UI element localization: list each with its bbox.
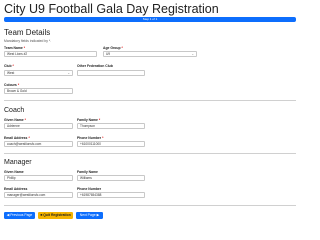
divider — [4, 100, 296, 101]
other-club-label: Other Federation Club — [77, 64, 113, 68]
manager-family-name-input[interactable]: Williams — [77, 175, 145, 181]
manager-phone-label: Phone Number — [77, 187, 102, 191]
manager-given-name-input[interactable]: Phillip — [4, 175, 73, 181]
manager-given-name-label: Given Name — [4, 170, 24, 174]
coach-phone-input[interactable]: +61000111000 — [77, 141, 145, 147]
other-club-input[interactable] — [77, 70, 145, 76]
team-details-heading: Team Details — [4, 28, 51, 37]
age-group-label: Age Group* — [103, 46, 123, 50]
colours-input[interactable]: Brown & Gold — [4, 88, 73, 94]
quit-registration-button[interactable]: ■Quit Registration — [38, 212, 73, 219]
team-name-input[interactable]: West Lions #2 — [4, 51, 97, 57]
coach-family-name-label: Family Name* — [77, 118, 101, 122]
arrow-left-icon: ◀ — [6, 213, 10, 217]
club-label: Club* — [4, 64, 14, 68]
manager-phone-input[interactable]: +61987654388 — [77, 192, 145, 198]
manager-email-input[interactable]: manager@westlionsfc.com — [4, 192, 73, 198]
manager-family-name-label: Family Name — [77, 170, 98, 174]
team-name-label: Team Name* — [4, 46, 26, 50]
previous-page-button[interactable]: ◀Previous Page — [4, 212, 35, 219]
coach-given-name-label: Given Name* — [4, 118, 26, 122]
page-title: City U9 Football Gala Day Registration — [4, 2, 219, 16]
stop-icon: ■ — [40, 213, 43, 217]
coach-phone-label: Phone Number* — [77, 136, 104, 140]
arrow-right-icon: ▶ — [96, 213, 100, 217]
mandatory-note: Mandatory fields indicated by *. — [4, 39, 52, 43]
coach-family-name-input[interactable]: Thompson — [77, 123, 145, 129]
age-group-select[interactable]: U9 ⌄ — [103, 51, 197, 57]
manager-heading: Manager — [4, 159, 32, 166]
divider — [4, 153, 296, 154]
club-select[interactable]: West ⌄ — [4, 70, 73, 76]
divider — [4, 205, 296, 206]
colours-label: Colours* — [4, 83, 20, 87]
chevron-down-icon: ⌄ — [191, 52, 194, 56]
coach-email-label: Email Address* — [4, 136, 30, 140]
manager-email-label: Email Address — [4, 187, 28, 191]
coach-email-input[interactable]: coach@westlionsfc.com — [4, 141, 73, 147]
progress-bar: Step 1 of 1 — [4, 17, 296, 22]
progress-fill: Step 1 of 1 — [4, 17, 296, 22]
coach-heading: Coach — [4, 107, 25, 114]
coach-given-name-input[interactable]: Adrienne — [4, 123, 73, 129]
next-page-button[interactable]: Next Page▶ — [76, 212, 103, 219]
chevron-down-icon: ⌄ — [67, 71, 70, 75]
